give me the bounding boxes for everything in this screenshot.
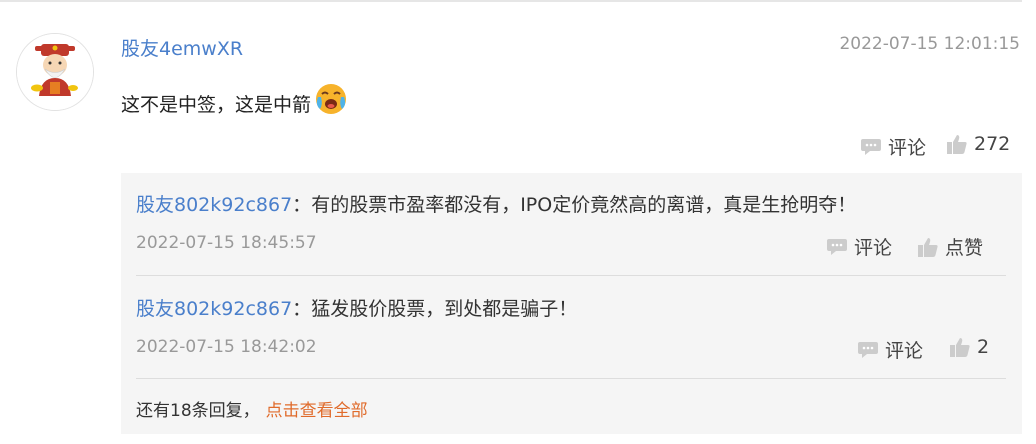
comment-button-label: 评论: [888, 137, 927, 159]
thumbs-up-icon: [950, 338, 970, 357]
view-all-replies-link[interactable]: 点击查看全部: [266, 401, 368, 421]
comment-timestamp: 2022-07-15 12:01:15: [839, 34, 1020, 54]
reply-timestamp: 2022-07-15 18:42:02: [136, 337, 317, 357]
replies-panel: 股友802k92c867：有的股票市盈率都没有，IPO定价竟然高的离谱，真是生抢…: [121, 173, 1022, 434]
reply-text: 猛发股价股票，到处都是骗子！: [311, 298, 578, 320]
comment-icon: [858, 341, 878, 358]
reply-like-label: 点赞: [945, 237, 984, 259]
more-replies-count: 还有18条回复，: [136, 401, 260, 421]
reply-divider: [136, 275, 1006, 276]
reply-comment-button[interactable]: 评论: [857, 336, 923, 363]
like-count: 272: [974, 133, 1011, 155]
reply-like-count: 2: [977, 336, 990, 358]
comment-body: 这不是中签，这是中箭: [121, 83, 349, 117]
reply-comment-label: 评论: [854, 237, 893, 259]
comment-text: 这不是中签，这是中箭: [121, 94, 312, 116]
reply-username[interactable]: 股友802k92c867: [136, 194, 292, 216]
reply-comment-button[interactable]: 评论: [826, 233, 892, 260]
reply-text: 有的股票市盈率都没有，IPO定价竟然高的离谱，真是生抢明夺！: [311, 194, 857, 216]
reply-item: 股友802k92c867：有的股票市盈率都没有，IPO定价竟然高的离谱，真是生抢…: [136, 190, 856, 217]
reply-separator: ：: [292, 298, 312, 320]
avatar[interactable]: [16, 33, 94, 111]
crying-face-icon: [316, 83, 347, 114]
reply-timestamp: 2022-07-15 18:45:57: [136, 233, 317, 253]
reply-like-button[interactable]: 点赞: [917, 233, 983, 260]
comment-username[interactable]: 股友4emwXR: [121, 34, 243, 61]
reply-item: 股友802k92c867：猛发股价股票，到处都是骗子！: [136, 294, 577, 321]
comment-icon: [861, 138, 881, 155]
more-replies: 还有18条回复， 点击查看全部: [136, 396, 368, 421]
comment-icon: [827, 238, 847, 255]
reply-separator: ：: [292, 194, 312, 216]
top-divider: [0, 0, 1022, 2]
reply-username[interactable]: 股友802k92c867: [136, 298, 292, 320]
like-button[interactable]: 272: [946, 133, 1010, 155]
reply-divider: [136, 378, 1006, 379]
reply-comment-label: 评论: [885, 340, 924, 362]
thumbs-up-icon: [918, 237, 938, 257]
thumbs-up-icon: [947, 135, 967, 154]
comment-button[interactable]: 评论: [860, 133, 926, 160]
reply-like-button[interactable]: 2: [949, 336, 989, 358]
fortune-god-avatar-icon: [17, 34, 93, 110]
